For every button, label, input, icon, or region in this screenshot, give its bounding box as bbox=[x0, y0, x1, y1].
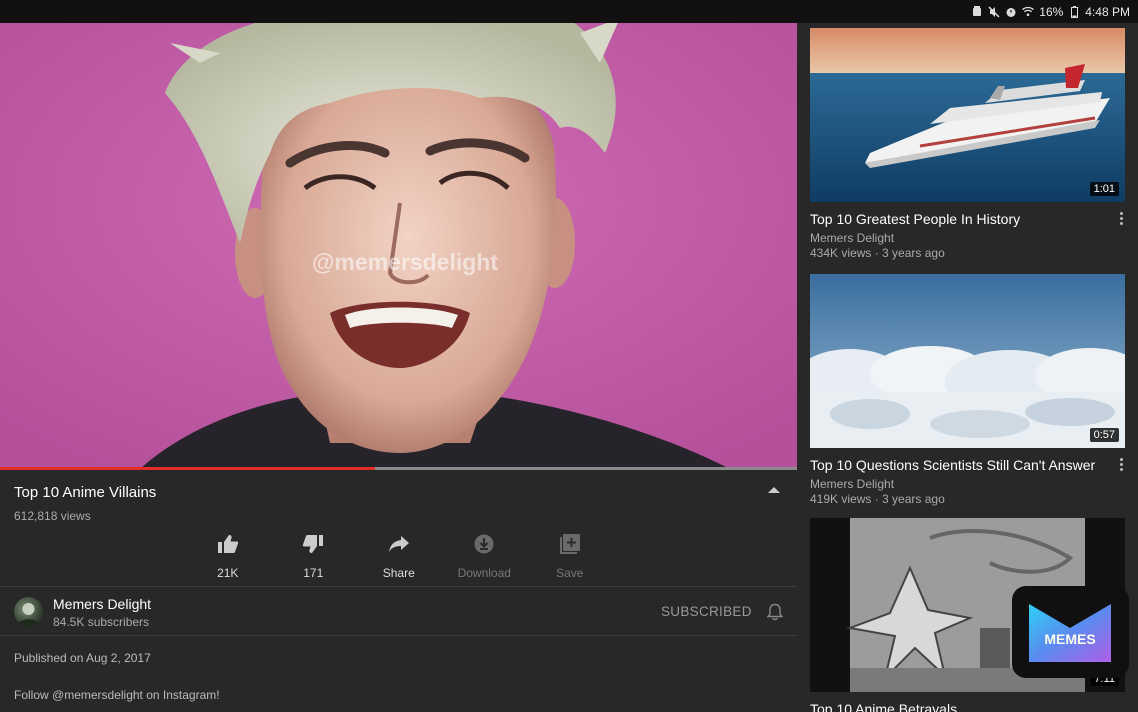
view-count: 612,818 views bbox=[14, 509, 91, 523]
status-bar: 16% 4:48 PM bbox=[0, 0, 1138, 23]
clouds-image bbox=[810, 274, 1125, 448]
video-thumbnail[interactable]: 1:01 bbox=[810, 28, 1125, 202]
thumbs-up-icon bbox=[217, 532, 239, 556]
dislike-count: 171 bbox=[303, 566, 324, 580]
download-icon bbox=[474, 532, 494, 556]
video-card-title[interactable]: Top 10 Anime Betrayals bbox=[810, 701, 1126, 712]
video-card[interactable]: 0:57 Top 10 Questions Scientists Still C… bbox=[810, 274, 1126, 506]
action-bar: 21K 171 Share Download Save bbox=[185, 532, 613, 580]
cruise-ship-image bbox=[810, 28, 1125, 202]
video-card-meta: 419K views · 3 years ago bbox=[810, 492, 945, 506]
battery-icon bbox=[1068, 5, 1080, 18]
memes-app-logo[interactable]: MEMES bbox=[1012, 586, 1129, 678]
dislike-button[interactable]: 171 bbox=[271, 532, 357, 580]
video-thumbnail[interactable]: 0:57 bbox=[810, 274, 1125, 448]
more-options-icon[interactable] bbox=[1120, 458, 1124, 471]
subscriber-count: 84.5K subscribers bbox=[53, 615, 150, 629]
alarm-icon bbox=[971, 6, 983, 18]
video-card[interactable]: 1:01 Top 10 Greatest People In History M… bbox=[810, 28, 1126, 260]
video-card-channel: Memers Delight bbox=[810, 231, 895, 245]
video-card-channel: Memers Delight bbox=[810, 477, 895, 491]
video-title: Top 10 Anime Villains bbox=[14, 484, 157, 501]
channel-name[interactable]: Memers Delight bbox=[53, 596, 151, 612]
watermark-text: @memersdelight bbox=[312, 249, 498, 275]
video-card-meta: 434K views · 3 years ago bbox=[810, 246, 945, 260]
divider bbox=[0, 635, 797, 636]
clock-time: 4:48 PM bbox=[1085, 4, 1130, 19]
video-description: Follow @memersdelight on Instagram! bbox=[14, 688, 220, 702]
thumbs-down-icon bbox=[302, 532, 324, 556]
channel-row: Memers Delight 84.5K subscribers SUBSCRI… bbox=[0, 587, 797, 635]
battery-percent: 16% bbox=[1039, 4, 1064, 19]
collapse-chevron-icon[interactable] bbox=[768, 487, 780, 493]
video-duration: 1:01 bbox=[1089, 182, 1119, 196]
share-button[interactable]: Share bbox=[356, 532, 442, 580]
share-arrow-icon bbox=[388, 532, 410, 556]
video-card-title[interactable]: Top 10 Questions Scientists Still Can't … bbox=[810, 457, 1126, 473]
video-duration: 0:57 bbox=[1089, 428, 1119, 442]
save-label: Save bbox=[556, 566, 584, 580]
alarm-clock-icon bbox=[1005, 6, 1017, 18]
like-button[interactable]: 21K bbox=[185, 532, 271, 580]
more-options-icon[interactable] bbox=[1120, 212, 1124, 225]
video-card-title[interactable]: Top 10 Greatest People In History bbox=[810, 211, 1126, 227]
subscribed-button[interactable]: SUBSCRIBED bbox=[661, 604, 752, 619]
publish-date: Published on Aug 2, 2017 bbox=[14, 651, 151, 665]
video-player[interactable]: @memersdelight bbox=[0, 23, 797, 469]
download-button[interactable]: Download bbox=[442, 532, 528, 580]
channel-avatar[interactable] bbox=[14, 597, 43, 626]
like-count: 21K bbox=[217, 566, 239, 580]
save-button[interactable]: Save bbox=[527, 532, 613, 580]
add-to-playlist-icon bbox=[559, 532, 580, 556]
video-info-panel: Top 10 Anime Villains 612,818 views 21K … bbox=[0, 470, 797, 712]
mute-icon bbox=[988, 5, 1000, 18]
memes-logo-text: MEMES bbox=[1044, 631, 1095, 647]
video-frame: @memersdelight bbox=[0, 23, 797, 469]
notification-bell-icon[interactable] bbox=[766, 603, 784, 626]
download-label: Download bbox=[457, 566, 511, 580]
wifi-icon bbox=[1022, 6, 1035, 18]
share-label: Share bbox=[382, 566, 415, 580]
